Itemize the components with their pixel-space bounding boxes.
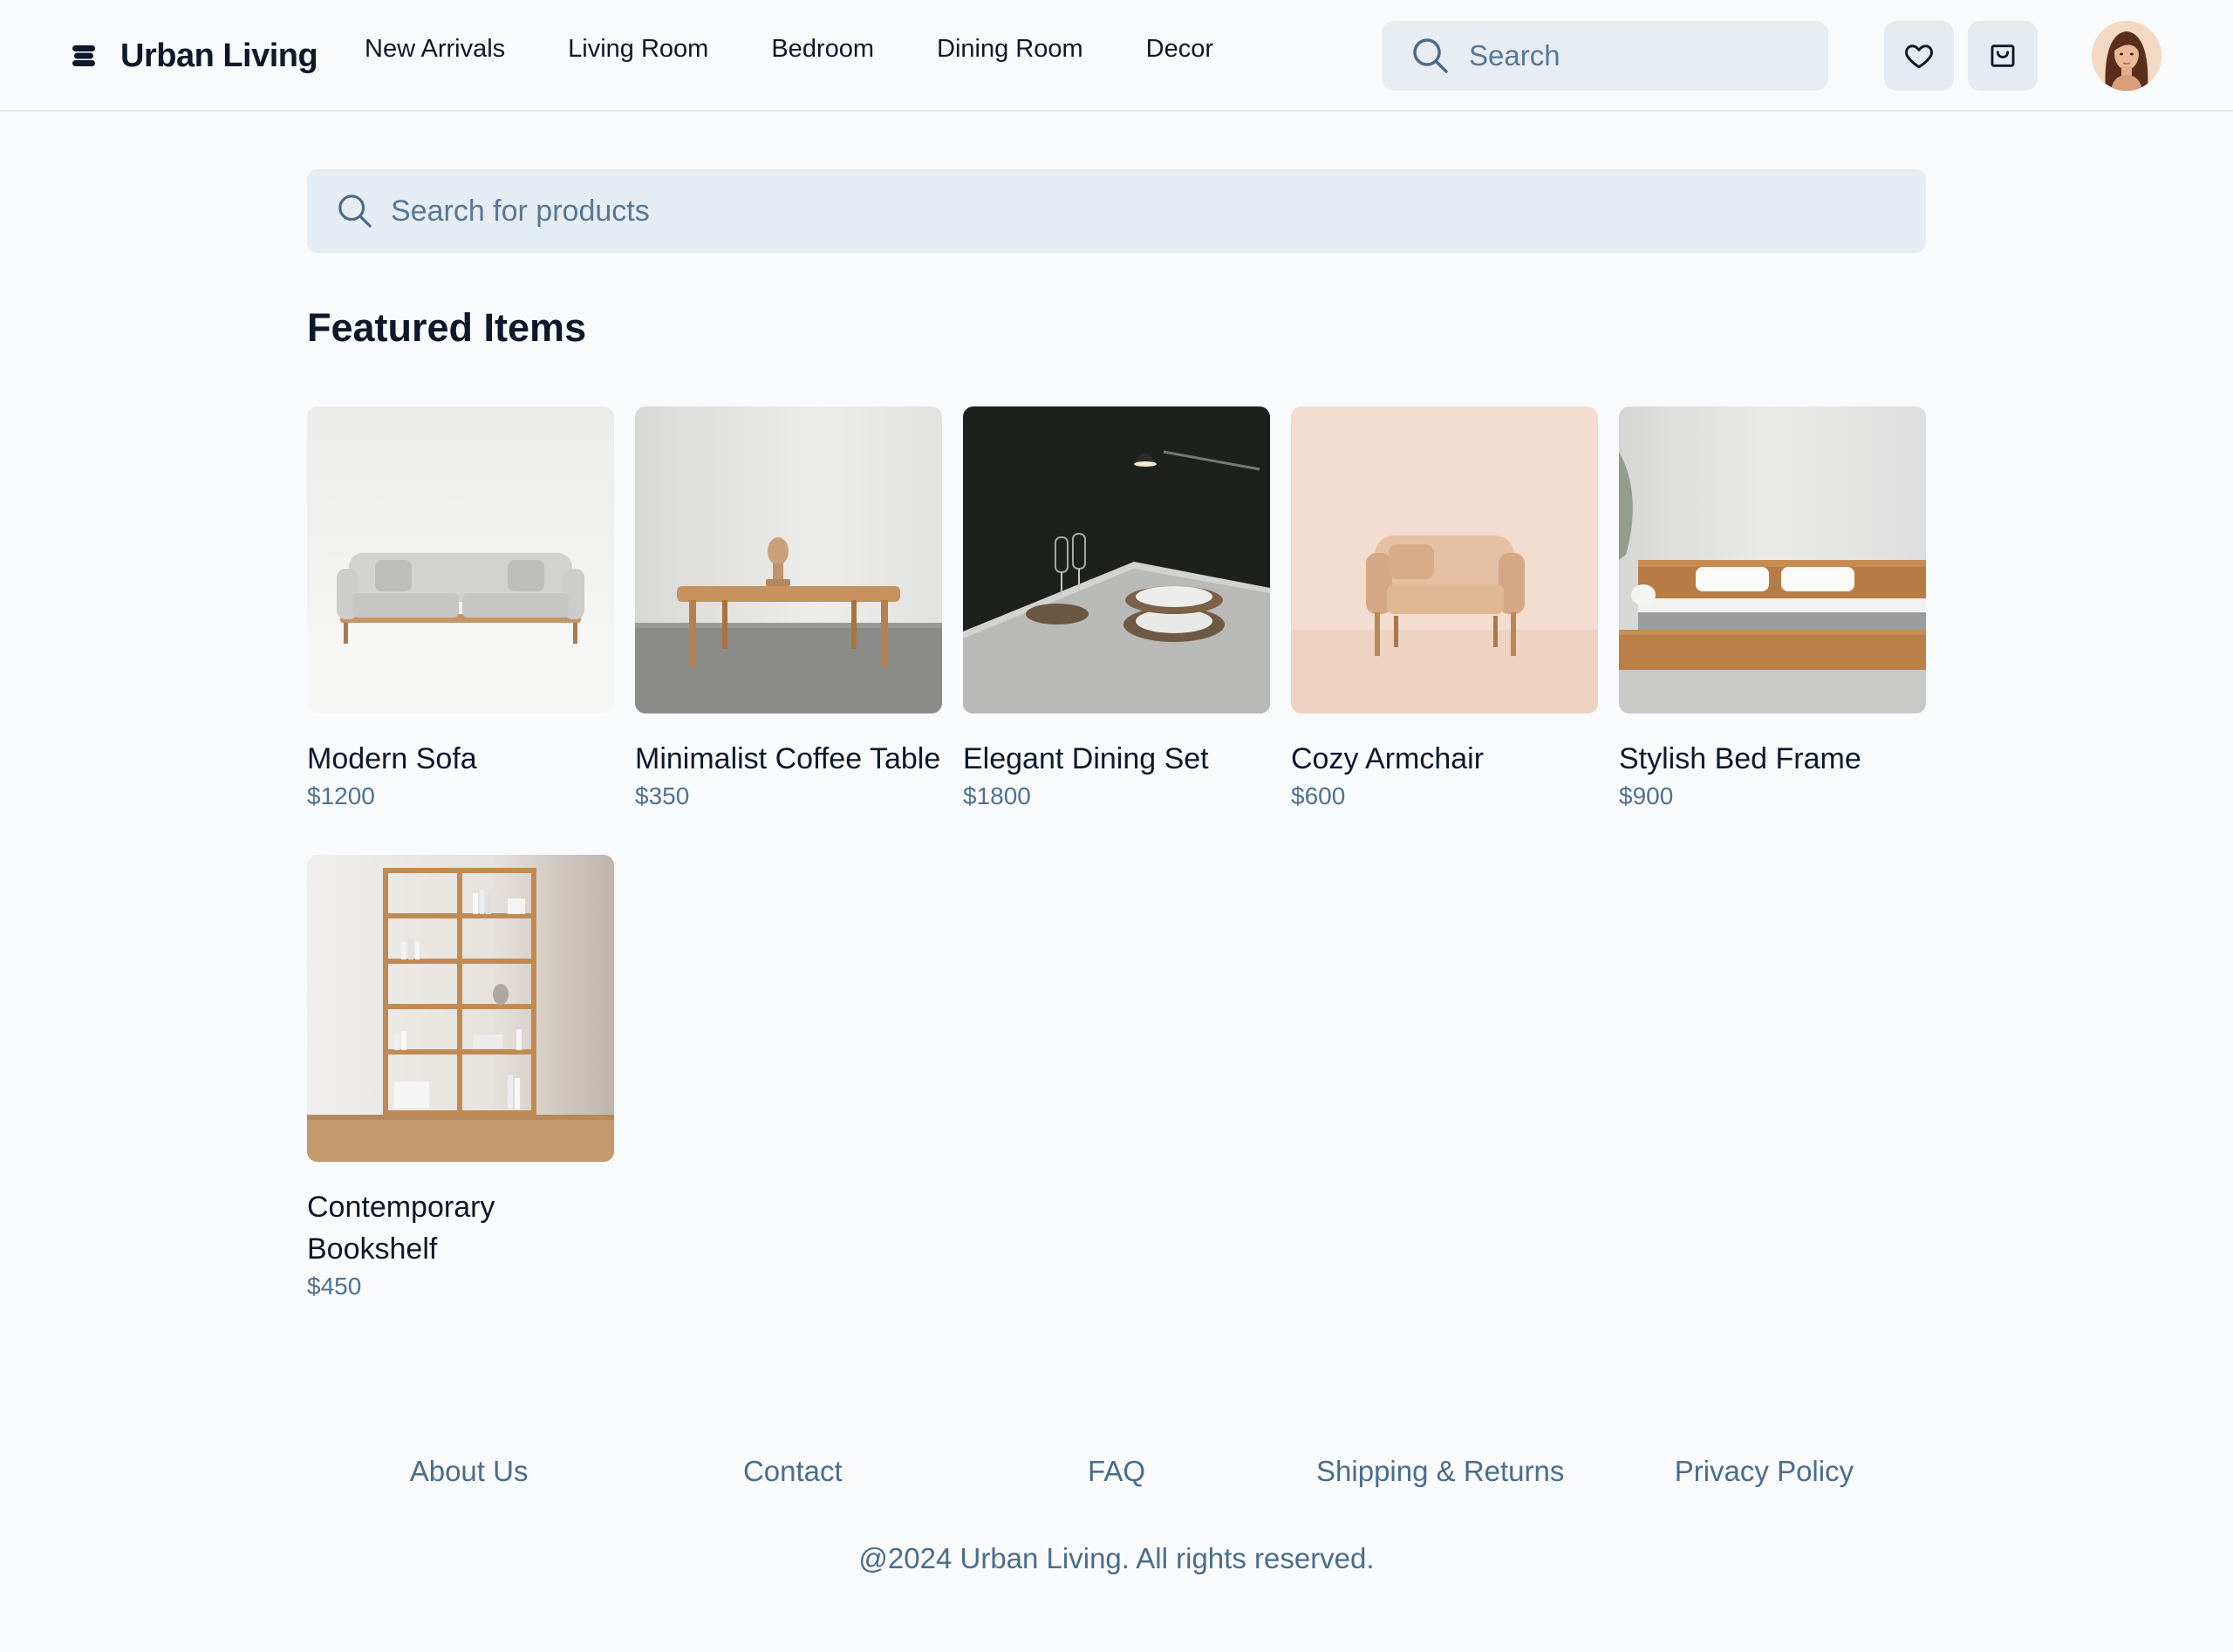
- brand-name: Urban Living: [120, 37, 318, 74]
- section-title: Featured Items: [307, 305, 587, 350]
- nav-item-new-arrivals[interactable]: New Arrivals: [365, 35, 505, 64]
- footer-link-about-us[interactable]: About Us: [307, 1455, 631, 1488]
- product-image-armchair: [1291, 406, 1598, 713]
- brand[interactable]: Urban Living: [70, 26, 318, 85]
- product-image-dining-set: [963, 406, 1270, 713]
- footer-links: About Us Contact FAQ Shipping & Returns …: [307, 1455, 1926, 1488]
- footer-link-privacy-policy[interactable]: Privacy Policy: [1602, 1455, 1926, 1488]
- cart-icon: [1991, 44, 2015, 67]
- product-name: Minimalist Coffee Table: [635, 742, 941, 775]
- product-card[interactable]: Contemporary Bookshelf $450: [307, 855, 614, 1303]
- product-price: $350: [635, 782, 690, 809]
- footer-link-contact[interactable]: Contact: [631, 1455, 954, 1488]
- product-search-input[interactable]: [391, 194, 1874, 229]
- footer-link-shipping-returns[interactable]: Shipping & Returns: [1279, 1455, 1602, 1488]
- product-name: Contemporary Bookshelf: [307, 1191, 495, 1266]
- product-price: $450: [307, 1273, 362, 1300]
- product-image-bookshelf: [307, 855, 614, 1162]
- avatar-portrait-image: [2092, 21, 2161, 91]
- search-icon: [1413, 38, 1448, 73]
- heart-icon: [1905, 44, 1933, 69]
- product-price: $1200: [307, 782, 375, 809]
- product-image-bed-frame: [1619, 406, 1926, 713]
- product-card[interactable]: Stylish Bed Frame $900: [1619, 406, 1926, 813]
- cart-button[interactable]: [1968, 21, 2038, 91]
- user-avatar[interactable]: [2092, 21, 2161, 91]
- product-card[interactable]: Minimalist Coffee Table $350: [635, 406, 942, 813]
- product-card[interactable]: Cozy Armchair $600: [1291, 406, 1598, 813]
- product-price: $1800: [963, 782, 1031, 809]
- nav-item-dining-room[interactable]: Dining Room: [937, 35, 1083, 64]
- product-image-coffee-table: [635, 406, 942, 713]
- header-search-box[interactable]: [1382, 21, 1828, 91]
- product-name: Elegant Dining Set: [963, 742, 1209, 775]
- product-price: $600: [1291, 782, 1346, 809]
- page: Urban Living New Arrivals Living Room Be…: [0, 0, 2233, 1652]
- product-card[interactable]: Elegant Dining Set $1800: [963, 406, 1270, 813]
- wishlist-button[interactable]: [1884, 21, 1954, 91]
- nav-item-bedroom[interactable]: Bedroom: [771, 35, 874, 64]
- product-price: $900: [1619, 782, 1674, 809]
- product-image-sofa: [307, 406, 614, 713]
- footer-link-faq[interactable]: FAQ: [954, 1455, 1278, 1488]
- stack-logo-icon: [72, 45, 95, 66]
- product-card[interactable]: Modern Sofa $1200: [307, 406, 614, 813]
- nav-item-decor[interactable]: Decor: [1146, 35, 1213, 64]
- search-icon: [338, 195, 372, 228]
- main-nav: New Arrivals Living Room Bedroom Dining …: [365, 35, 1213, 64]
- top-header: Urban Living New Arrivals Living Room Be…: [0, 0, 2233, 112]
- product-search-box[interactable]: [307, 169, 1926, 253]
- product-name: Stylish Bed Frame: [1619, 742, 1861, 775]
- product-name: Modern Sofa: [307, 742, 477, 775]
- header-search-input[interactable]: [1469, 39, 1818, 72]
- nav-item-living-room[interactable]: Living Room: [568, 35, 708, 64]
- copyright-text: @2024 Urban Living. All rights reserved.: [858, 1542, 1375, 1574]
- product-name: Cozy Armchair: [1291, 742, 1485, 775]
